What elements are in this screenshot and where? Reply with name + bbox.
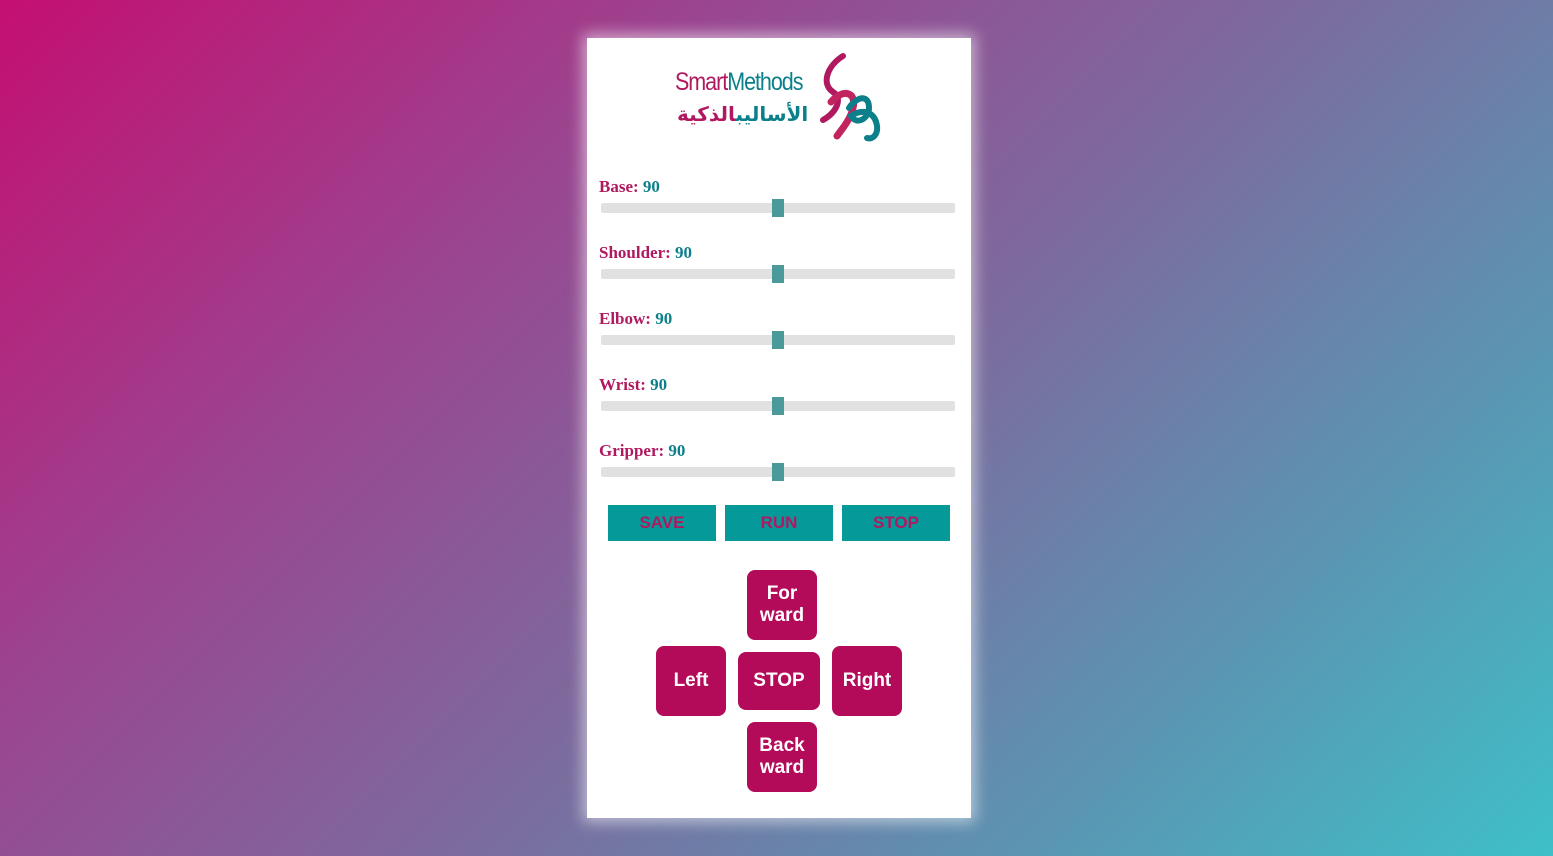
elbow-slider-group: Elbow: 90 xyxy=(599,309,955,349)
run-button[interactable]: RUN xyxy=(725,505,833,541)
wrist-slider-thumb[interactable] xyxy=(772,397,784,415)
wrist-slider[interactable] xyxy=(601,397,955,415)
shoulder-slider-group: Shoulder: 90 xyxy=(599,243,955,283)
save-button[interactable]: SAVE xyxy=(608,505,716,541)
base-slider-group: Base: 90 xyxy=(599,177,955,217)
shoulder-slider-thumb[interactable] xyxy=(772,265,784,283)
logo-arabic-text: الأساليبالذكية xyxy=(677,102,809,126)
wrist-slider-group: Wrist: 90 xyxy=(599,375,955,415)
elbow-slider-thumb[interactable] xyxy=(772,331,784,349)
gripper-label: Gripper: 90 xyxy=(599,441,686,460)
elbow-slider[interactable] xyxy=(601,331,955,349)
logo-english-text: SmartMethods xyxy=(675,68,803,96)
gripper-slider-group: Gripper: 90 xyxy=(599,441,955,481)
stop-button[interactable]: STOP xyxy=(738,652,820,710)
right-button[interactable]: Right xyxy=(832,646,902,716)
left-button[interactable]: Left xyxy=(656,646,726,716)
gripper-slider-thumb[interactable] xyxy=(772,463,784,481)
elbow-label: Elbow: 90 xyxy=(599,309,673,328)
control-panel: SmartMethods الأساليبالذكية Base: 90 Sho… xyxy=(587,38,971,818)
logo-swirl-icon xyxy=(820,53,881,142)
forward-button[interactable]: For ward xyxy=(747,570,817,640)
backward-button[interactable]: Back ward xyxy=(747,722,817,792)
shoulder-label: Shoulder: 90 xyxy=(599,243,693,262)
smart-methods-logo: SmartMethods الأساليبالذكية xyxy=(673,52,885,144)
wrist-value: 90 xyxy=(650,375,668,394)
shoulder-slider[interactable] xyxy=(601,265,955,283)
base-label: Base: 90 xyxy=(599,177,660,196)
wrist-label: Wrist: 90 xyxy=(599,375,668,394)
elbow-value: 90 xyxy=(655,309,673,328)
gripper-value: 90 xyxy=(668,441,686,460)
shoulder-value: 90 xyxy=(675,243,693,262)
base-value: 90 xyxy=(642,177,660,196)
stop-sequence-button[interactable]: STOP xyxy=(842,505,950,541)
base-slider-thumb[interactable] xyxy=(772,199,784,217)
base-slider[interactable] xyxy=(601,199,955,217)
gripper-slider[interactable] xyxy=(601,463,955,481)
